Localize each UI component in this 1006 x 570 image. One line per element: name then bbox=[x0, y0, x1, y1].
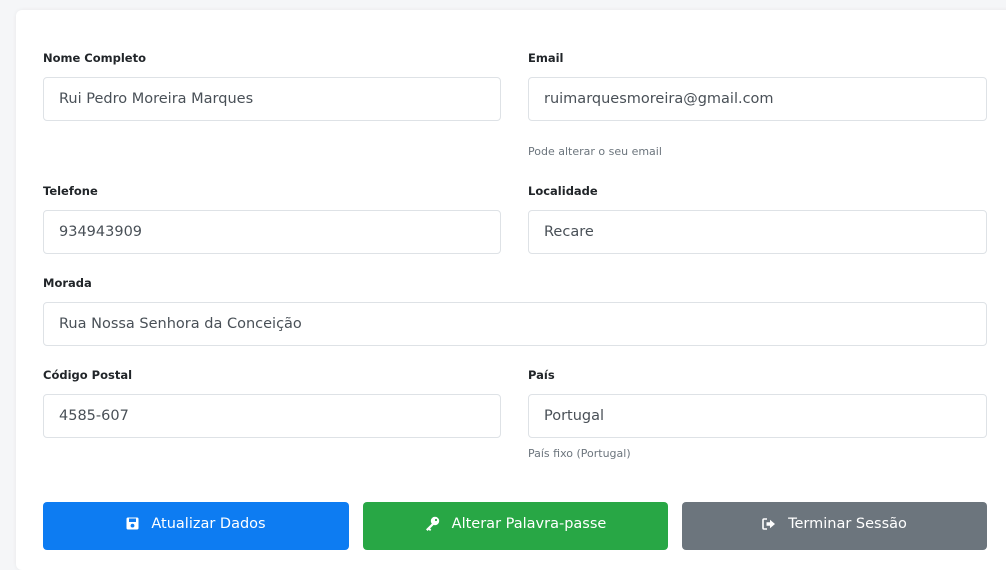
change-password-button[interactable]: Alterar Palavra-passe bbox=[363, 502, 668, 550]
country-input[interactable] bbox=[528, 394, 987, 438]
update-data-label: Atualizar Dados bbox=[151, 515, 266, 532]
phone-input[interactable] bbox=[43, 210, 501, 254]
locality-input[interactable] bbox=[528, 210, 987, 254]
locality-label: Localidade bbox=[528, 184, 598, 198]
email-input[interactable] bbox=[528, 77, 987, 121]
change-password-label: Alterar Palavra-passe bbox=[451, 515, 607, 532]
full-name-label: Nome Completo bbox=[43, 51, 147, 65]
email-label: Email bbox=[528, 51, 564, 65]
country-label: País bbox=[528, 368, 555, 382]
address-input[interactable] bbox=[43, 302, 987, 346]
key-icon bbox=[425, 516, 440, 531]
logout-button[interactable]: Terminar Sessão bbox=[682, 502, 987, 550]
postal-code-input[interactable] bbox=[43, 394, 501, 438]
logout-label: Terminar Sessão bbox=[788, 515, 907, 532]
phone-label: Telefone bbox=[43, 184, 98, 198]
address-label: Morada bbox=[43, 276, 92, 290]
update-data-button[interactable]: Atualizar Dados bbox=[43, 502, 349, 550]
save-icon bbox=[126, 517, 139, 530]
full-name-input[interactable] bbox=[43, 77, 501, 121]
sign-out-icon bbox=[762, 517, 776, 530]
postal-code-label: Código Postal bbox=[43, 368, 133, 382]
country-help-text: País fixo (Portugal) bbox=[528, 447, 631, 460]
email-help-text: Pode alterar o seu email bbox=[528, 145, 662, 158]
